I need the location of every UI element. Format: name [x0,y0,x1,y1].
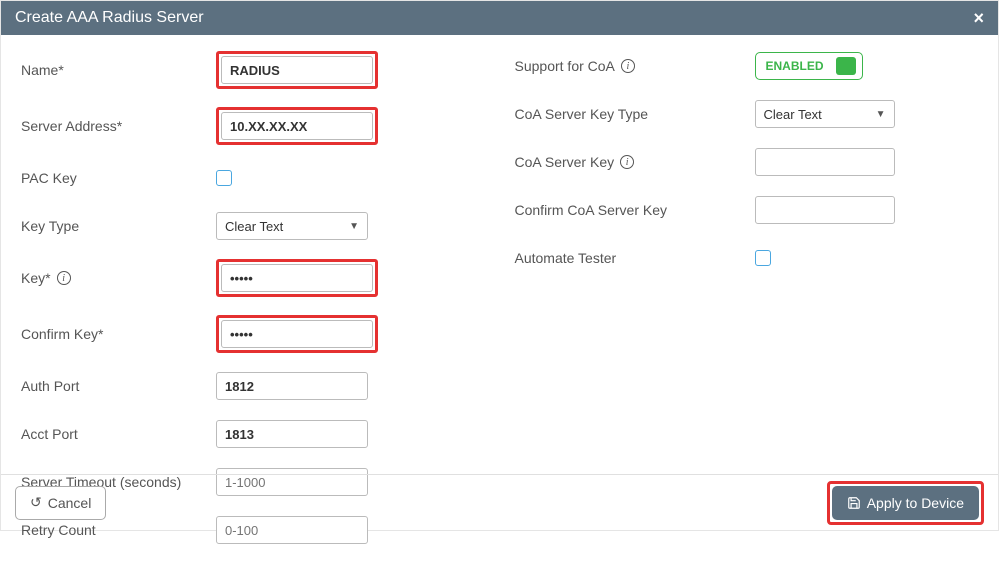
server-address-highlight [216,107,378,145]
confirm-coa-key-label: Confirm CoA Server Key [515,202,755,218]
dialog-title: Create AAA Radius Server [15,1,204,35]
confirm-key-input[interactable] [221,320,373,348]
server-address-label: Server Address* [21,118,216,134]
key-input[interactable] [221,264,373,292]
auth-port-label: Auth Port [21,378,216,394]
toggle-state: ENABLED [766,59,824,73]
automate-tester-checkbox[interactable] [755,250,771,266]
automate-tester-label: Automate Tester [515,250,755,266]
coa-key-text: CoA Server Key [515,154,615,170]
footer: ↺ Cancel Apply to Device [1,474,998,530]
info-icon[interactable]: i [620,155,634,169]
dialog: Create AAA Radius Server × Name* Server … [0,0,999,531]
coa-key-input[interactable] [755,148,895,176]
key-label-text: Key* [21,270,51,286]
key-highlight [216,259,378,297]
save-icon [847,496,861,510]
key-type-value: Clear Text [225,219,283,234]
undo-icon: ↺ [30,494,42,511]
acct-port-label: Acct Port [21,426,216,442]
coa-key-type-select[interactable]: Clear Text ▼ [755,100,895,128]
name-label: Name* [21,62,216,78]
chevron-down-icon: ▼ [349,221,359,232]
key-type-label: Key Type [21,218,216,234]
confirm-key-highlight [216,315,378,353]
name-highlight [216,51,378,89]
coa-key-type-label: CoA Server Key Type [515,106,755,122]
cancel-label: Cancel [48,495,92,511]
confirm-coa-key-input[interactable] [755,196,895,224]
coa-key-label: CoA Server Key i [515,154,755,170]
name-input[interactable] [221,56,373,84]
toggle-knob [836,57,856,75]
info-icon[interactable]: i [57,271,71,285]
close-icon[interactable]: × [973,1,984,35]
confirm-key-label: Confirm Key* [21,326,216,342]
chevron-down-icon: ▼ [876,109,886,120]
key-type-select[interactable]: Clear Text ▼ [216,212,368,240]
apply-highlight: Apply to Device [827,481,984,525]
support-coa-toggle[interactable]: ENABLED [755,52,863,80]
pac-key-checkbox[interactable] [216,170,232,186]
apply-button[interactable]: Apply to Device [832,486,979,520]
auth-port-input[interactable] [216,372,368,400]
key-label: Key* i [21,270,216,286]
apply-label: Apply to Device [867,495,964,511]
server-address-input[interactable] [221,112,373,140]
coa-key-type-value: Clear Text [764,107,822,122]
pac-key-label: PAC Key [21,170,216,186]
info-icon[interactable]: i [621,59,635,73]
titlebar: Create AAA Radius Server × [1,1,998,35]
support-coa-label: Support for CoA i [515,58,755,74]
cancel-button[interactable]: ↺ Cancel [15,486,106,520]
acct-port-input[interactable] [216,420,368,448]
support-coa-text: Support for CoA [515,58,615,74]
